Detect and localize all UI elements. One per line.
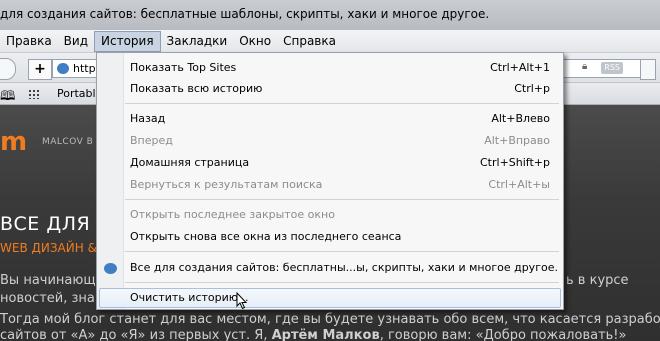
menu-bookmarks[interactable]: Закладки: [161, 31, 234, 52]
menu-item-shortcut: Ctrl+Alt+ы: [488, 178, 550, 191]
menu-separator: [125, 282, 559, 283]
menu-separator: [125, 199, 559, 200]
menu-item-label: Открыть последнее закрытое окно: [130, 208, 335, 221]
menu-help[interactable]: Справка: [277, 31, 342, 52]
menu-item-shortcut: Ctrl+p: [514, 82, 550, 95]
lock-icon: 🔒︎: [582, 61, 588, 72]
menu-item-shortcut: Ctrl+Alt+1: [490, 61, 550, 74]
menu-item-label: Вернуться к результатам поиска: [130, 178, 323, 191]
hero-heading: ВСЕ ДЛЯ Н: [0, 213, 112, 235]
menu-bar: Правка Вид История Закладки Окно Справка: [0, 30, 660, 53]
menu-item-forward[interactable]: Вперед Alt+Вправо: [130, 132, 550, 150]
menu-history[interactable]: История: [94, 30, 161, 52]
menu-item-reopen-all-windows[interactable]: Открыть снова все окна из последнего сеа…: [130, 228, 550, 246]
mouse-pointer-icon: [236, 292, 248, 310]
menu-item-show-top-sites[interactable]: Показать Top Sites Ctrl+Alt+1: [130, 59, 550, 77]
history-page-favicon-icon: [104, 263, 117, 274]
menu-item-label: Домашняя страница: [130, 156, 250, 169]
site-logo: m: [0, 127, 28, 157]
intro-line-3: Тогда мой блог станет для вас местом, гд…: [0, 312, 660, 327]
menu-item-label: Назад: [130, 112, 166, 125]
author-name: Артём Малков: [271, 328, 380, 341]
menu-window[interactable]: Окно: [233, 31, 277, 52]
intro-line-4-start: сайтов от «А» до «Я» из первых уст. Я,: [0, 328, 272, 341]
intro-line-2: новостей, знак: [0, 291, 103, 306]
menu-item-back-to-search-results[interactable]: Вернуться к результатам поиска Ctrl+Alt+…: [130, 176, 550, 194]
window-title-bar: для создания сайтов: бесплатные шаблоны,…: [0, 0, 660, 30]
menu-view[interactable]: Вид: [58, 31, 94, 52]
brand-text: MALCOV B: [42, 137, 94, 147]
menu-item-home[interactable]: Домашняя страница Ctrl+Shift+p: [130, 154, 550, 172]
bookmark-item[interactable]: Portabl: [57, 87, 96, 100]
toolbar-button[interactable]: [640, 59, 656, 80]
window-title: для создания сайтов: бесплатные шаблоны,…: [0, 7, 490, 21]
menu-item-label: Показать всю историю: [130, 82, 263, 95]
menu-item-label: Очистить историю...: [130, 291, 249, 304]
menu-edit[interactable]: Правка: [0, 31, 58, 52]
intro-line-1: Вы начинающ: [0, 273, 96, 288]
menu-item-show-all-history[interactable]: Показать всю историю Ctrl+p: [130, 80, 550, 98]
back-button[interactable]: [0, 58, 16, 80]
intro-line-4: сайтов от «А» до «Я» из первых уст. Я, А…: [0, 328, 660, 341]
address-text: http: [73, 62, 96, 75]
menu-item-label: Открыть снова все окна из последнего сеа…: [130, 230, 402, 243]
history-menu-dropdown: Показать Top Sites Ctrl+Alt+1 Показать в…: [96, 52, 564, 310]
site-favicon-icon: [57, 63, 69, 74]
intro-line-1-right: ь в курсе: [566, 273, 629, 288]
menu-item-reopen-last-closed-window[interactable]: Открыть последнее закрытое окно: [130, 206, 550, 224]
menu-item-label: Вперед: [130, 134, 173, 147]
menu-item-clear-history[interactable]: Очистить историю...: [130, 289, 550, 307]
add-bookmark-button[interactable]: +: [28, 59, 52, 80]
menu-item-back[interactable]: Назад Alt+Влево: [130, 110, 550, 128]
rss-button[interactable]: RSS: [601, 62, 623, 74]
menu-item-label: Все для создания сайтов: бесплатны...ы, …: [130, 261, 558, 274]
menu-separator: [125, 103, 559, 104]
menu-item-shortcut: Alt+Вправо: [484, 134, 550, 147]
menu-item-shortcut: Ctrl+Shift+p: [480, 156, 550, 169]
top-sites-grid-icon[interactable]: [28, 89, 40, 99]
hero-subheading: WEB ДИЗАЙН & F: [0, 241, 108, 255]
menu-item-history-page[interactable]: Все для создания сайтов: бесплатны...ы, …: [130, 259, 558, 277]
menu-item-shortcut: Alt+Влево: [491, 112, 550, 125]
menu-separator: [125, 251, 559, 252]
menu-item-label: Показать Top Sites: [130, 61, 237, 74]
intro-line-4-end: , говорю вам: «Добро пожаловать!»: [379, 328, 627, 341]
